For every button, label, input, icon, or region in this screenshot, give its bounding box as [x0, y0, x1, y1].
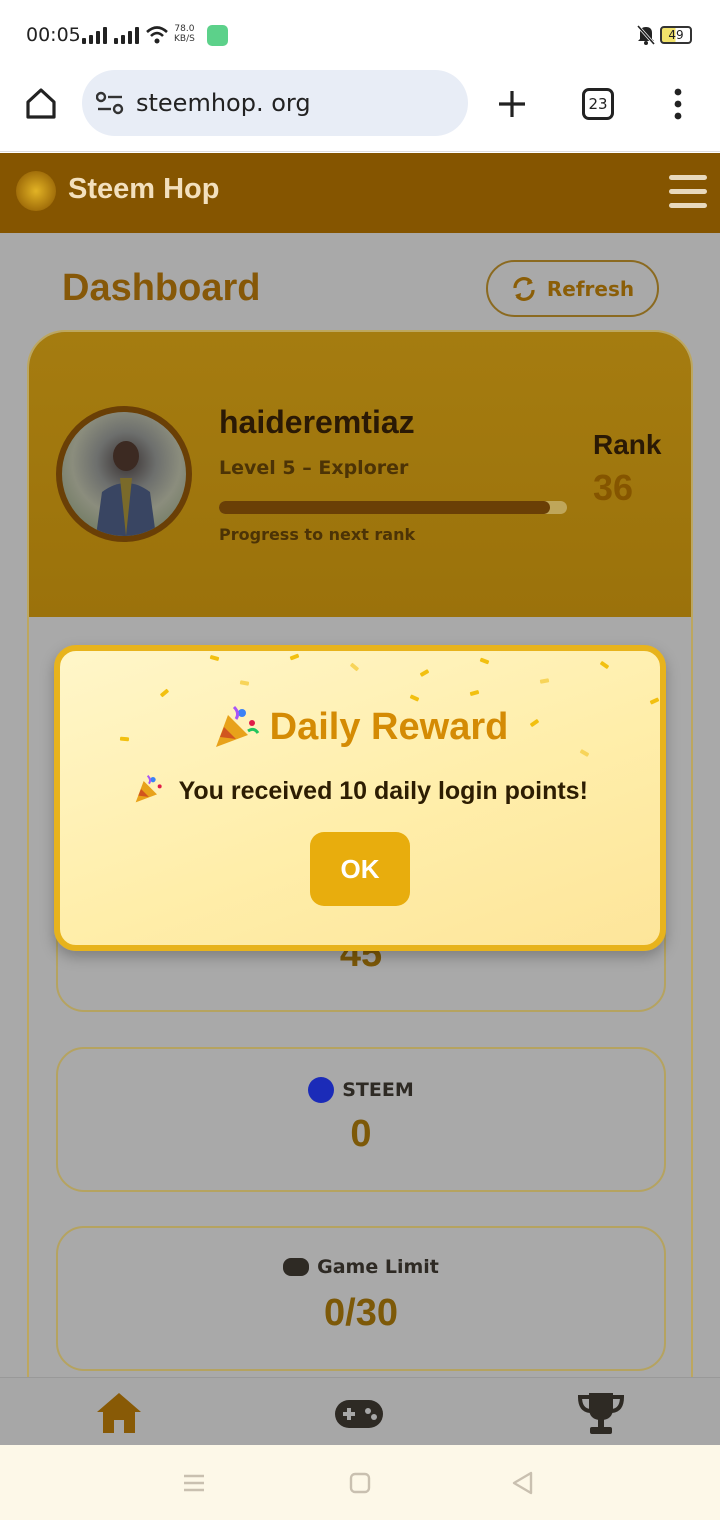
steem-value: 0 [350, 1113, 372, 1155]
game-limit-label: Game Limit [317, 1256, 439, 1278]
home-button-icon[interactable] [349, 1472, 371, 1494]
address-bar[interactable]: steemhop. org [82, 70, 468, 136]
avatar[interactable] [56, 406, 192, 542]
user-level: Level 5 – Explorer [219, 457, 409, 479]
steem-icon [308, 1077, 335, 1103]
tabs-button[interactable]: 23 [582, 88, 614, 120]
modal-title: Daily Reward [60, 703, 660, 751]
app-notification-icon [207, 25, 228, 46]
refresh-icon [513, 276, 535, 301]
recent-apps-icon[interactable] [183, 1473, 205, 1493]
progress-label: Progress to next rank [219, 525, 416, 544]
status-time: 00:05 [26, 24, 81, 46]
home-icon[interactable] [24, 86, 58, 120]
refresh-label: Refresh [546, 276, 635, 301]
bottom-nav [0, 1377, 720, 1445]
browser-toolbar: steemhop. org 23 [0, 70, 720, 152]
site-settings-icon[interactable] [96, 91, 124, 115]
username: haideremtiaz [219, 404, 415, 440]
signal-icon [114, 26, 139, 44]
profile-card: haideremtiaz Level 5 – Explorer Progress… [29, 332, 691, 617]
modal-message-text: You received 10 daily login points! [178, 777, 588, 805]
modal-title-text: Daily Reward [269, 705, 509, 748]
rank-progress-bar [219, 501, 567, 514]
new-tab-icon[interactable] [496, 88, 528, 120]
rank-value: 36 [593, 467, 634, 508]
steem-label-row: STEEM [58, 1077, 664, 1103]
party-popper-icon [135, 774, 162, 803]
url-text: steemhop. org [136, 89, 311, 117]
page-title: Dashboard [62, 267, 261, 309]
steem-label: STEEM [342, 1079, 414, 1101]
app-header: Steem Hop [0, 153, 720, 233]
ok-button[interactable]: OK [310, 832, 410, 906]
steem-card: STEEM 0 [56, 1047, 666, 1192]
battery-icon: 49 [660, 26, 692, 44]
app-logo[interactable] [16, 171, 56, 211]
more-options-icon[interactable] [672, 88, 684, 120]
rank-label: Rank [593, 429, 662, 460]
bell-muted-icon [636, 25, 656, 45]
trophy-icon[interactable] [576, 1390, 626, 1436]
signal-icon [82, 26, 107, 44]
refresh-button[interactable]: Refresh [486, 260, 659, 317]
game-limit-value: 0/30 [324, 1292, 398, 1334]
rank-progress-fill [219, 501, 550, 514]
modal-message: You received 10 daily login points! [60, 773, 660, 806]
system-nav-bar [0, 1445, 720, 1520]
hamburger-menu-icon[interactable] [669, 175, 707, 209]
back-icon[interactable] [511, 1471, 533, 1495]
game-limit-label-row: Game Limit [58, 1256, 664, 1278]
network-speed: 78.0 KB/S [174, 24, 195, 44]
app-title[interactable]: Steem Hop [68, 173, 219, 206]
game-limit-card: Game Limit 0/30 [56, 1226, 666, 1371]
status-bar: 00:05 78.0 KB/S 49 [0, 0, 720, 70]
gamepad-icon[interactable] [334, 1390, 384, 1436]
daily-reward-modal: Daily Reward You received 10 daily login… [54, 645, 666, 951]
wifi-icon [146, 26, 168, 44]
home-icon[interactable] [94, 1390, 144, 1436]
gamepad-icon [283, 1258, 310, 1276]
party-popper-icon [215, 705, 259, 747]
